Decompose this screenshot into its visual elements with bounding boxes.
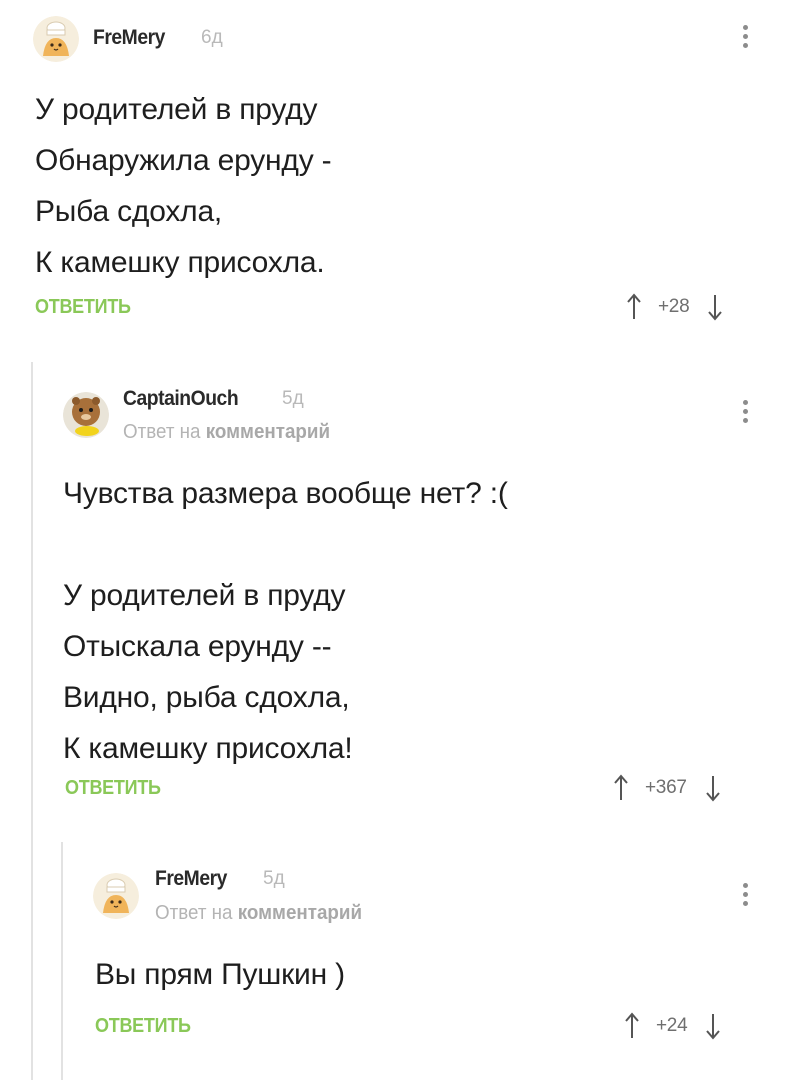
reply-to-prefix: Ответ на xyxy=(155,902,233,924)
vote-controls: +28 xyxy=(626,292,723,322)
author-name[interactable]: FreMery xyxy=(93,26,165,50)
comment: CaptainOuch 5д Ответ на комментарий Чувс… xyxy=(0,360,785,830)
downvote-arrow-icon[interactable] xyxy=(707,293,723,321)
vote-score: +24 xyxy=(656,1015,688,1036)
vote-score: +28 xyxy=(658,296,690,317)
comment: FreMery 6д У родителей в пруду Обнаружил… xyxy=(0,0,785,340)
reply-to-label: Ответ на комментарий xyxy=(123,421,330,444)
author-name[interactable]: FreMery xyxy=(155,867,227,891)
upvote-arrow-icon[interactable] xyxy=(626,293,642,321)
timestamp: 5д xyxy=(282,388,304,409)
more-options-icon[interactable] xyxy=(740,883,750,911)
avatar[interactable] xyxy=(93,873,139,919)
reply-button[interactable]: ОТВЕТИТЬ xyxy=(35,296,131,319)
downvote-arrow-icon[interactable] xyxy=(705,1012,721,1040)
more-options-icon[interactable] xyxy=(740,25,750,53)
chef-cat-avatar-icon xyxy=(33,16,79,62)
vote-controls: +367 xyxy=(613,773,721,803)
reply-button[interactable]: ОТВЕТИТЬ xyxy=(65,777,161,800)
avatar[interactable] xyxy=(63,392,109,438)
comment-text: У родителей в пруду Обнаружила ерунду - … xyxy=(35,93,332,279)
reply-to-prefix: Ответ на xyxy=(123,421,201,443)
vote-controls: +24 xyxy=(624,1011,721,1041)
avatar[interactable] xyxy=(33,16,79,62)
downvote-arrow-icon[interactable] xyxy=(705,774,721,802)
timestamp: 6д xyxy=(201,27,223,48)
timestamp: 5д xyxy=(263,868,285,889)
reply-button[interactable]: ОТВЕТИТЬ xyxy=(95,1015,191,1038)
vote-score: +367 xyxy=(645,777,687,798)
more-options-icon[interactable] xyxy=(740,400,750,428)
upvote-arrow-icon[interactable] xyxy=(613,774,629,802)
comment-text: Вы прям Пушкин ) xyxy=(95,958,345,991)
comment: FreMery 5д Ответ на комментарий Вы прям … xyxy=(0,845,785,1080)
author-name[interactable]: CaptainOuch xyxy=(123,387,239,411)
upvote-arrow-icon[interactable] xyxy=(624,1012,640,1040)
reply-to-link[interactable]: комментарий xyxy=(206,421,330,443)
hamster-avatar-icon xyxy=(63,392,109,438)
chef-cat-avatar-icon xyxy=(93,873,139,919)
reply-to-label: Ответ на комментарий xyxy=(155,902,362,925)
comment-text: Чувства размера вообще нет? :( У родител… xyxy=(63,477,508,765)
reply-to-link[interactable]: комментарий xyxy=(238,902,362,924)
